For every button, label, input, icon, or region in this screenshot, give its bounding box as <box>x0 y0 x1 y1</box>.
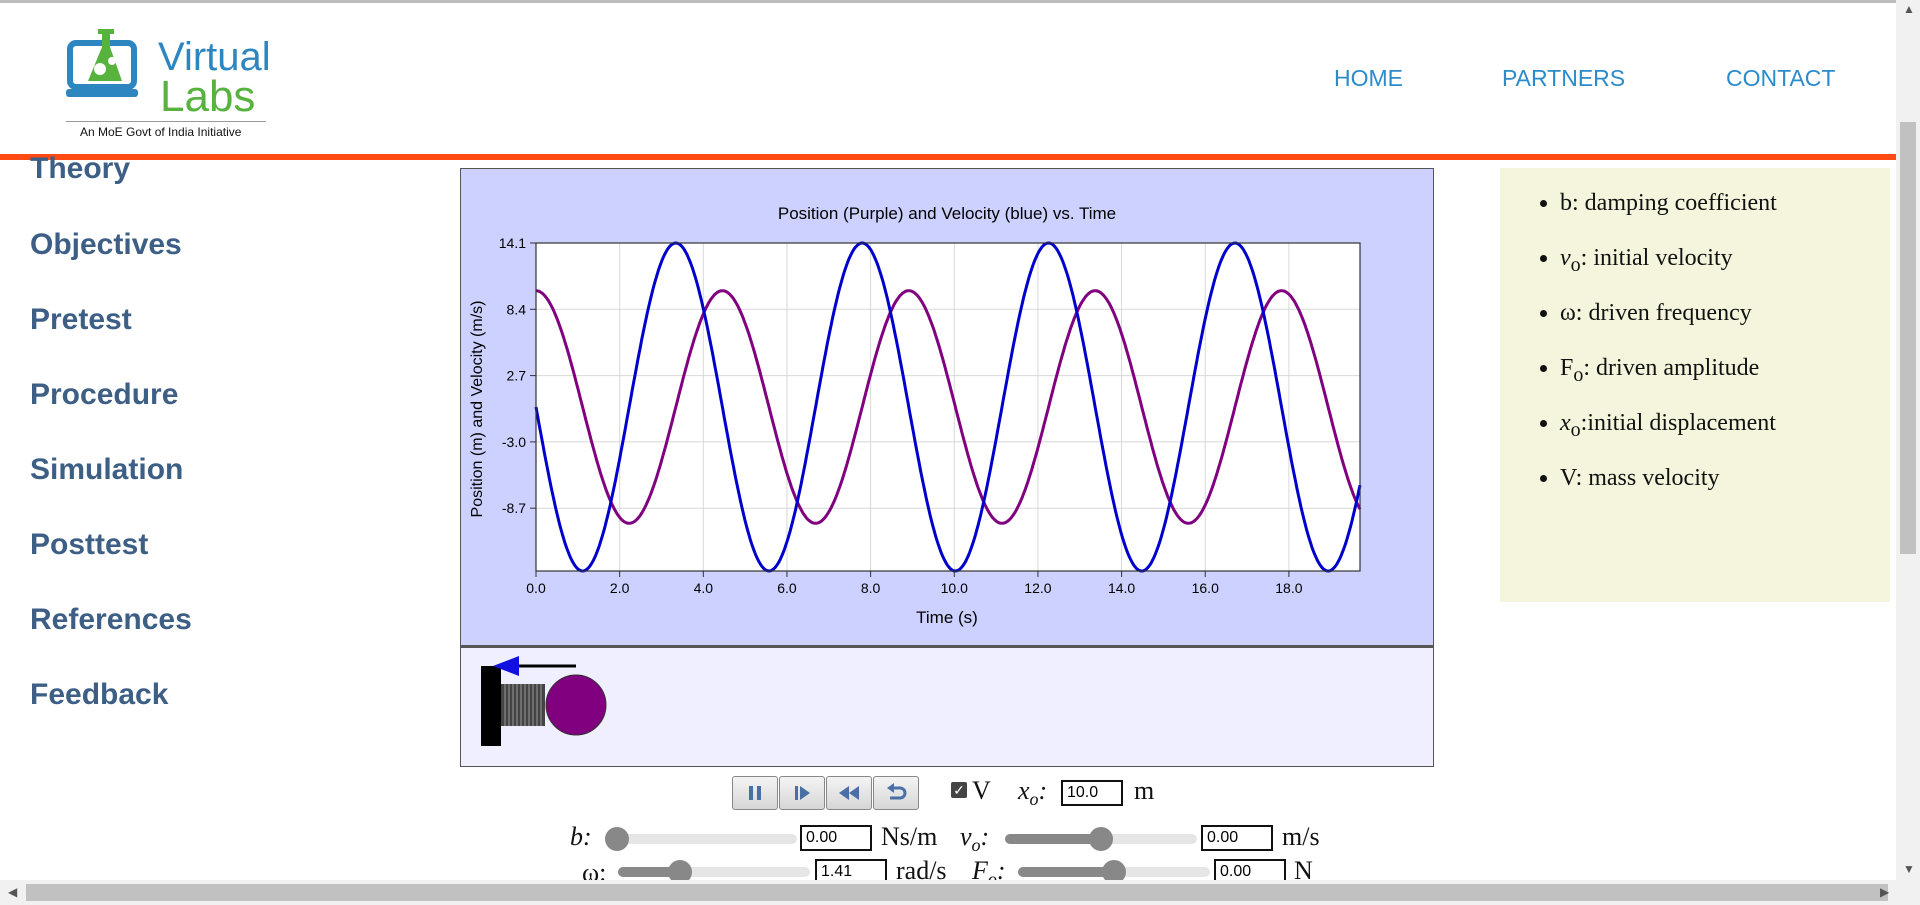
y-tick-label: 8.4 <box>507 301 527 317</box>
v0-slider[interactable] <box>1005 827 1197 851</box>
velocity-arrow-icon <box>493 656 576 676</box>
list-item: ω: driven frequency <box>1560 300 1777 352</box>
scroll-down-icon[interactable]: ▼ <box>1903 862 1915 876</box>
animation-panel <box>460 646 1434 767</box>
x0-unit: m <box>1134 776 1155 805</box>
x-tick-label: 18.0 <box>1275 580 1302 596</box>
mass-spring-animation <box>481 656 607 746</box>
sidebar-item-procedure[interactable]: Procedure <box>30 378 178 412</box>
rewind-icon <box>839 786 859 800</box>
sidebar-item-pretest[interactable]: Pretest <box>30 303 132 337</box>
x-tick-label: 6.0 <box>777 580 797 596</box>
v0-slider-fill <box>1005 834 1101 844</box>
x0-label: xo: <box>1018 776 1048 810</box>
pause-button[interactable] <box>732 776 778 810</box>
horizontal-scroll-thumb[interactable] <box>26 884 1888 901</box>
step-forward-button[interactable] <box>779 776 825 810</box>
x-axis-label: Time (s) <box>916 608 978 627</box>
v0-unit: m/s <box>1282 822 1320 851</box>
x-tick-label: 12.0 <box>1024 580 1051 596</box>
x-tick-label: 2.0 <box>610 580 630 596</box>
x-tick-label: 10.0 <box>941 580 968 596</box>
nav-home-link[interactable]: HOME <box>1334 65 1403 92</box>
rewind-button[interactable] <box>826 776 872 810</box>
reset-button[interactable] <box>873 776 919 810</box>
virtual-labs-logo[interactable]: Virtual Labs An MoE Govt of India Initia… <box>62 25 272 145</box>
symbol-list: b: damping coefficient vo: initial veloc… <box>1500 190 1777 520</box>
legend-panel: b: damping coefficient vo: initial veloc… <box>1500 168 1890 602</box>
list-item: xo:initial displacement <box>1560 410 1777 462</box>
x0-input[interactable]: 10.0 <box>1061 780 1123 806</box>
vertical-scroll-thumb[interactable] <box>1900 122 1916 554</box>
y-tick-label: -3.0 <box>502 434 526 450</box>
sidebar-item-posttest[interactable]: Posttest <box>30 528 148 562</box>
v0-input[interactable]: 0.00 <box>1201 825 1273 851</box>
velocity-checkbox[interactable]: ✓ <box>951 782 967 798</box>
list-item: V: mass velocity <box>1560 465 1777 517</box>
b-input[interactable]: 0.00 <box>800 825 872 851</box>
list-item: vo: initial velocity <box>1560 245 1777 297</box>
velocity-checkbox-label: V <box>972 776 991 805</box>
site-header: Virtual Labs An MoE Govt of India Initia… <box>0 3 1896 155</box>
step-forward-icon <box>795 786 810 800</box>
graph-panel: Position (Purple) and Velocity (blue) vs… <box>460 168 1434 646</box>
f0-slider[interactable] <box>1018 860 1210 884</box>
scroll-left-icon[interactable]: ◀ <box>8 885 17 899</box>
sidebar-item-simulation[interactable]: Simulation <box>30 453 183 487</box>
reset-icon <box>887 783 907 800</box>
vertical-scrollbar[interactable]: ▲ ▼ <box>1896 0 1920 880</box>
logo-word-virtual: Virtual <box>158 35 271 79</box>
logo-tagline: An MoE Govt of India Initiative <box>80 125 242 139</box>
y-tick-label: -8.7 <box>502 500 526 516</box>
pause-icon <box>749 786 761 800</box>
mass <box>545 674 607 736</box>
spring <box>501 684 545 726</box>
b-unit: Ns/m <box>881 822 938 851</box>
x-tick-label: 0.0 <box>526 580 546 596</box>
b-slider-thumb[interactable] <box>605 827 629 851</box>
v0-slider-thumb[interactable] <box>1089 827 1113 851</box>
x-tick-label: 4.0 <box>694 580 714 596</box>
x-tick-label: 8.0 <box>861 580 881 596</box>
v0-label: vo: <box>960 822 990 856</box>
sidebar-item-theory[interactable]: Theory <box>30 152 130 186</box>
f0-slider-fill <box>1018 867 1114 877</box>
chart-title: Position (Purple) and Velocity (blue) vs… <box>778 204 1116 223</box>
nav-partners-link[interactable]: PARTNERS <box>1502 65 1625 92</box>
sidebar-item-objectives[interactable]: Objectives <box>30 228 182 262</box>
y-axis-label: Position (m) and Velocity (m/s) <box>469 301 486 518</box>
sidebar-item-feedback[interactable]: Feedback <box>30 678 168 712</box>
x-tick-label: 16.0 <box>1192 580 1219 596</box>
x-tick-label: 14.0 <box>1108 580 1135 596</box>
logo-word-labs: Labs <box>160 72 256 121</box>
list-item: b: damping coefficient <box>1560 190 1777 242</box>
header-accent-bar <box>0 154 1896 160</box>
b-slider[interactable] <box>605 827 797 851</box>
horizontal-scrollbar[interactable]: ◀ ▶ <box>0 880 1920 905</box>
b-label: b: <box>570 822 592 851</box>
y-tick-label: 14.1 <box>499 235 526 251</box>
position-velocity-chart: Position (Purple) and Velocity (blue) vs… <box>469 204 1362 627</box>
omega-slider[interactable] <box>618 860 810 884</box>
scroll-up-icon[interactable]: ▲ <box>1903 2 1915 16</box>
nav-contact-link[interactable]: CONTACT <box>1726 65 1835 92</box>
sidebar-item-references[interactable]: References <box>30 603 192 637</box>
list-item: Fo: driven amplitude <box>1560 355 1777 407</box>
scroll-right-icon[interactable]: ▶ <box>1880 885 1889 899</box>
y-tick-label: 2.7 <box>507 368 527 384</box>
flask-laptop-icon <box>66 29 138 97</box>
logo-divider <box>66 121 266 122</box>
wall <box>481 666 501 746</box>
